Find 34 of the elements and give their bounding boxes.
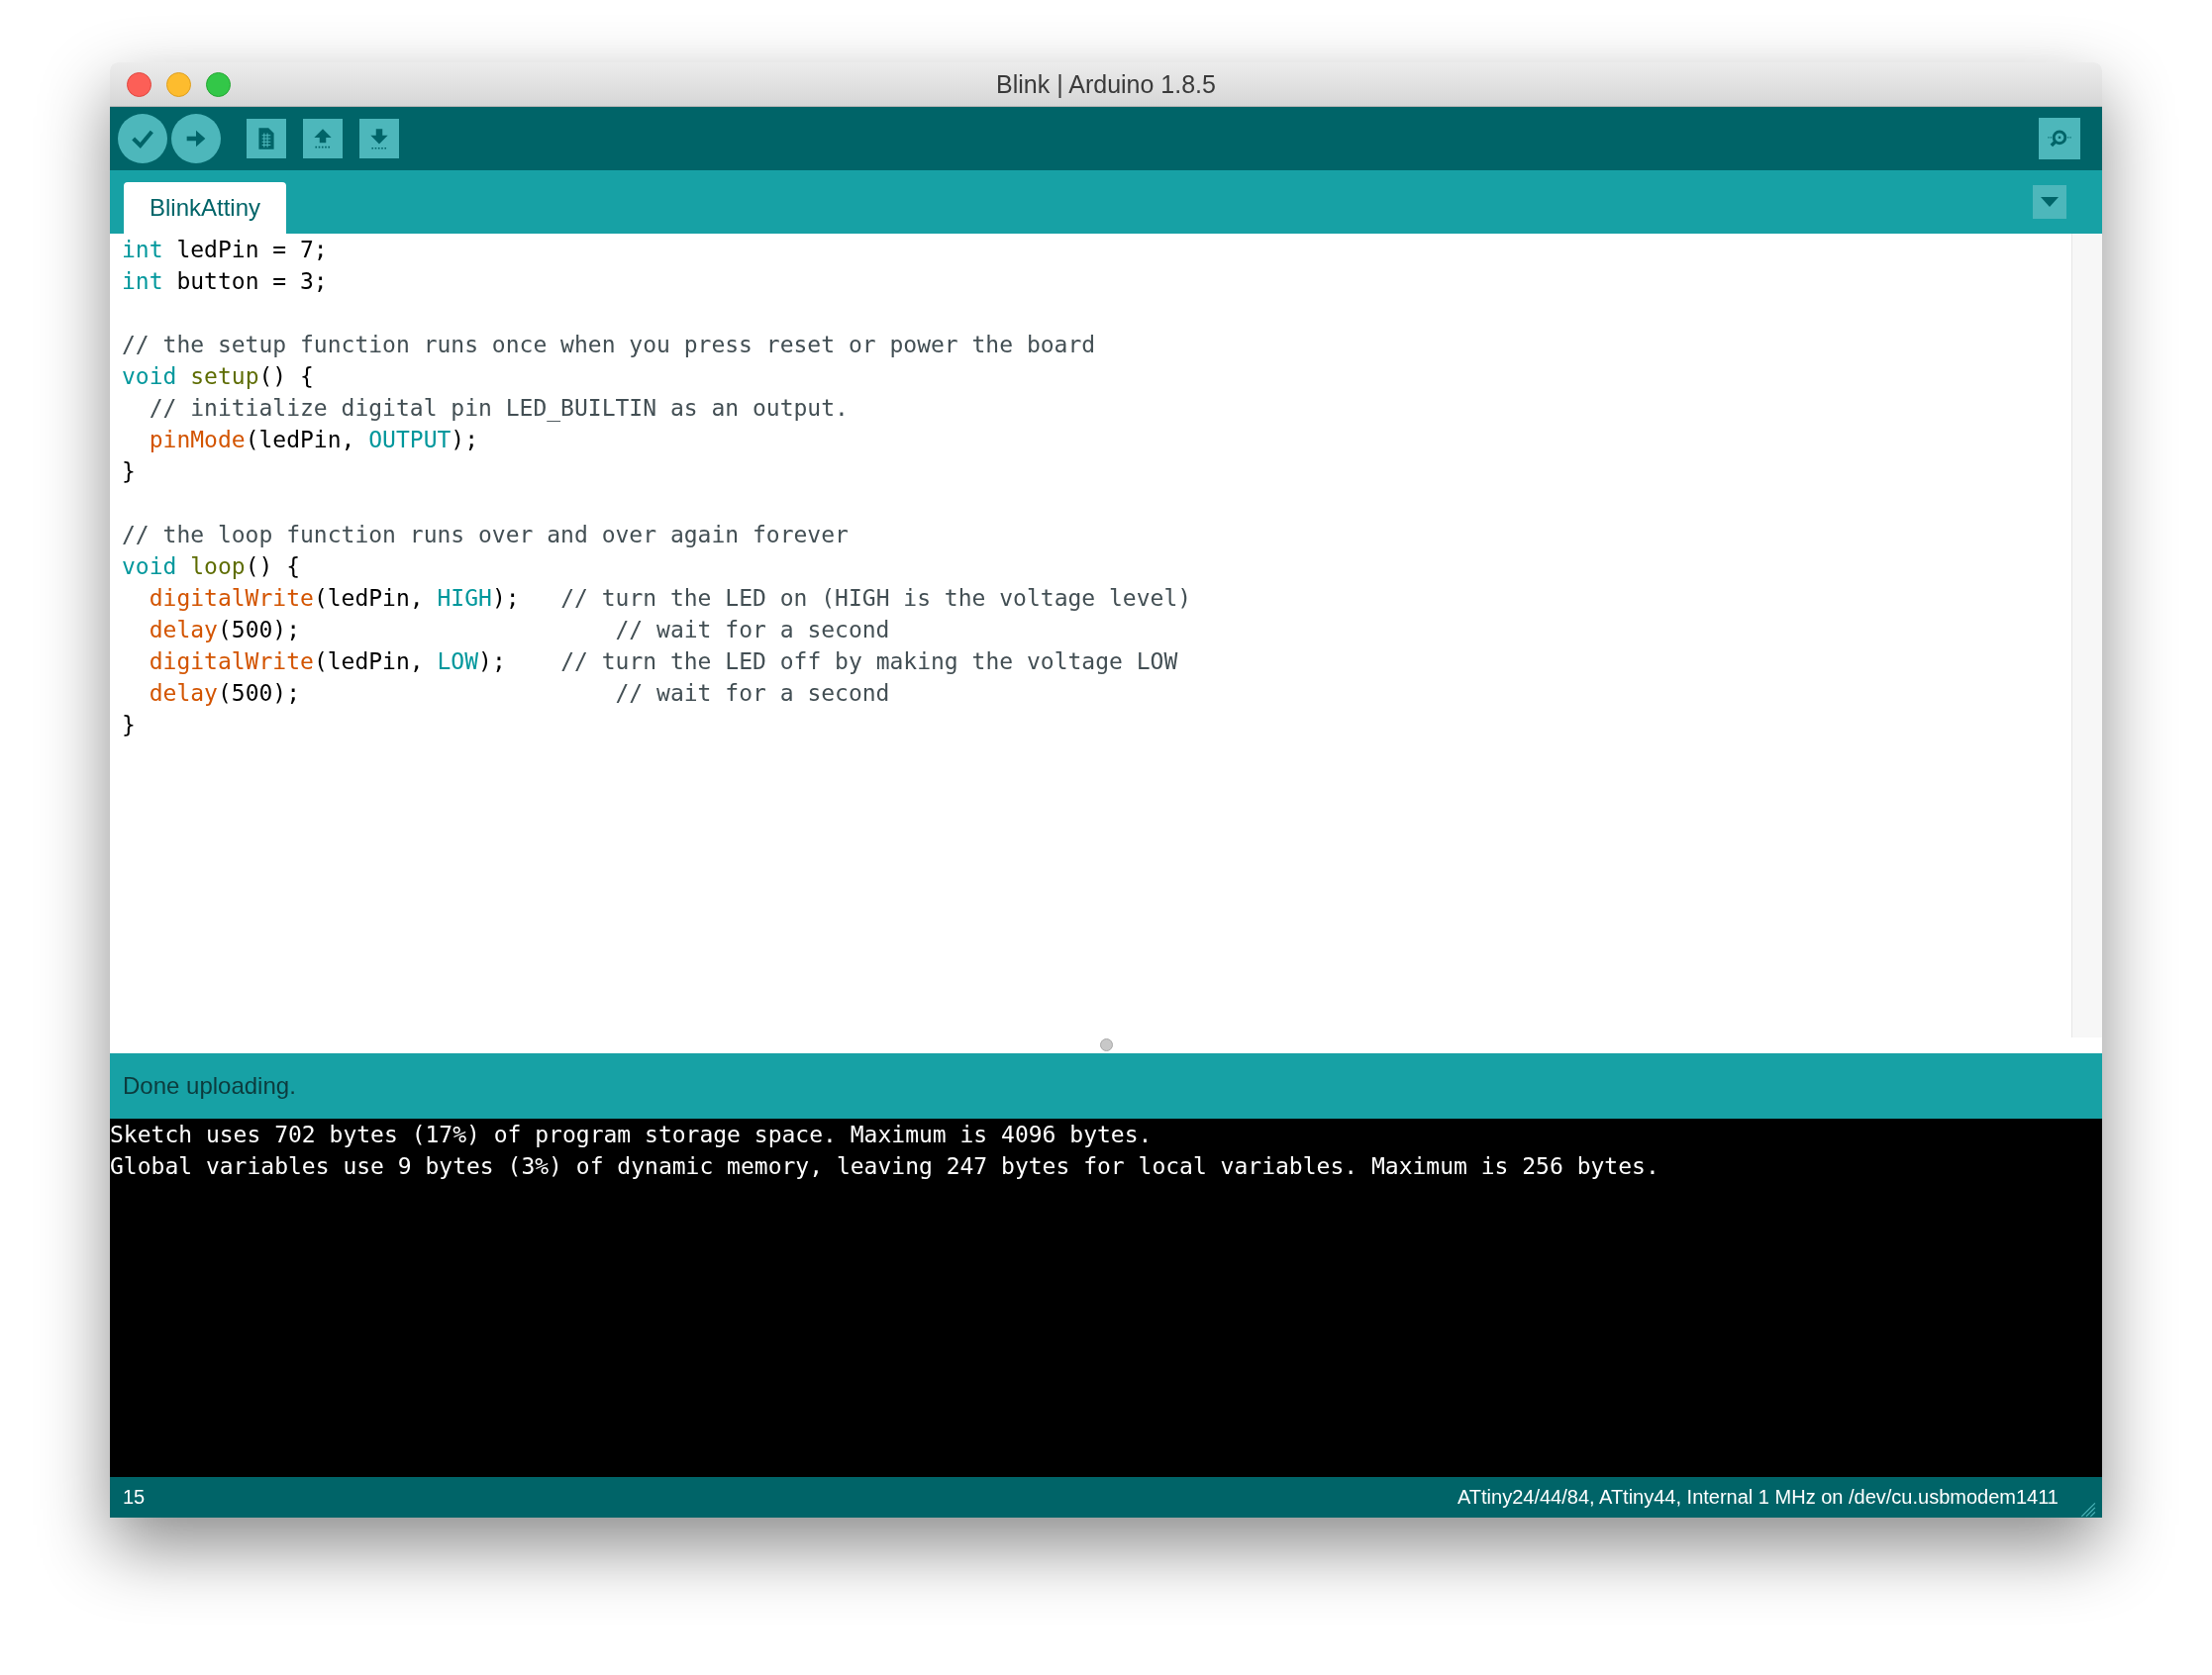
code-line: void setup() { bbox=[122, 362, 315, 391]
minimize-button[interactable] bbox=[166, 72, 191, 97]
serial-monitor-button[interactable] bbox=[2039, 118, 2080, 159]
open-button[interactable] bbox=[303, 119, 343, 158]
console-line: Global variables use 9 bytes (3%) of dynamic memory, leaving 247 bytes for local variables. Maximum is 256 bytes. bbox=[110, 1152, 1660, 1181]
code-line: // the setup function runs once when you press reset or power the board bbox=[122, 331, 1097, 359]
code-line: // initialize digital pin LED_BUILTIN as an output. bbox=[148, 394, 850, 424]
tab-menu-button[interactable] bbox=[2033, 185, 2066, 219]
code-line: pinMode(ledPin, OUTPUT); bbox=[148, 426, 480, 454]
board-info: ATtiny24/44/84, ATtiny44, Internal 1 MHz on /dev/cu.usbmodem1411 bbox=[1458, 1486, 2059, 1509]
window-title: Blink | Arduino 1.8.5 bbox=[996, 69, 1216, 99]
split-handle[interactable] bbox=[1100, 1038, 1113, 1051]
code-line: delay(500); // wait for a second bbox=[148, 679, 891, 708]
close-button[interactable] bbox=[127, 72, 151, 97]
save-button[interactable] bbox=[359, 119, 399, 158]
upload-button[interactable] bbox=[171, 114, 221, 163]
code-line: // the loop function runs over and over again forever bbox=[122, 521, 850, 549]
line-number: 15 bbox=[123, 1486, 146, 1509]
code-line: digitalWrite(ledPin, HIGH); // turn the LED on (HIGH is the voltage level) bbox=[148, 584, 1193, 613]
resize-grip-icon[interactable] bbox=[2078, 1500, 2096, 1518]
code-line: digitalWrite(ledPin, LOW); // turn the LED off by making the voltage LOW bbox=[148, 647, 1179, 676]
code-line: int button = 3; bbox=[122, 267, 329, 296]
console-line: Sketch uses 702 bytes (17%) of program storage space. Maximum is 4096 bytes. bbox=[110, 1121, 1154, 1149]
verify-button[interactable] bbox=[118, 114, 167, 163]
status-message: Done uploading. bbox=[123, 1072, 296, 1100]
dropdown-triangle-icon bbox=[2040, 196, 2060, 208]
code-line: } bbox=[122, 457, 137, 486]
code-line: } bbox=[122, 711, 137, 739]
code-line: int ledPin = 7; bbox=[122, 236, 329, 264]
code-line: delay(500); // wait for a second bbox=[148, 616, 891, 644]
new-button[interactable] bbox=[247, 119, 286, 158]
code-line: void loop() { bbox=[122, 552, 302, 581]
sketch-tab[interactable]: BlinkAttiny bbox=[124, 182, 287, 234]
zoom-button[interactable] bbox=[206, 72, 231, 97]
